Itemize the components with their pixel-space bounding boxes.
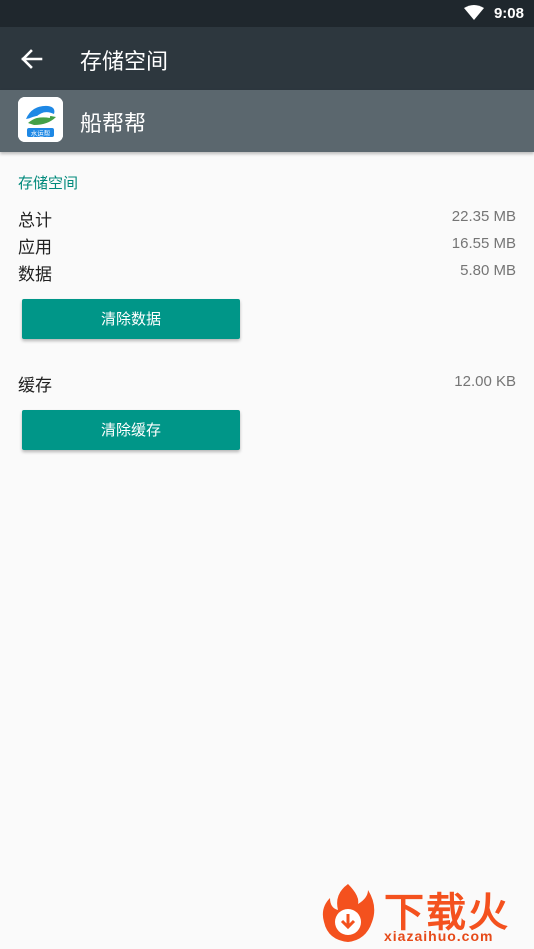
row-cache: 缓存 12.00 KB	[18, 371, 516, 396]
watermark-url: xiazaihuo.com	[384, 928, 494, 944]
status-bar: 9:08	[0, 0, 534, 27]
data-label: 数据	[18, 265, 52, 285]
app-icon: 水运帮	[18, 97, 63, 142]
flame-logo-icon	[322, 884, 375, 942]
app-header: 水运帮 船帮帮	[0, 90, 534, 152]
arrow-back-icon[interactable]	[14, 43, 48, 75]
section-title-storage: 存储空间	[18, 174, 79, 192]
row-apps: 应用 16.55 MB	[18, 233, 516, 258]
cache-label: 缓存	[18, 376, 52, 396]
apps-label: 应用	[18, 238, 52, 258]
row-total: 总计 22.35 MB	[18, 206, 516, 231]
toolbar: 存储空间	[0, 27, 534, 90]
row-data: 数据 5.80 MB	[18, 260, 516, 285]
page-title: 存储空间	[80, 50, 169, 75]
total-value: 22.35 MB	[451, 208, 516, 225]
app-name: 船帮帮	[80, 112, 147, 137]
wifi-icon	[464, 5, 484, 20]
svg-text:水运帮: 水运帮	[31, 128, 51, 137]
cache-value: 12.00 KB	[454, 373, 516, 390]
apps-value: 16.55 MB	[451, 235, 516, 252]
watermark: 下载火 xiazaihuo.com	[314, 878, 534, 949]
total-label: 总计	[18, 211, 52, 231]
clear-data-button[interactable]: 清除数据	[22, 299, 240, 339]
clock: 9:08	[493, 5, 524, 22]
data-value: 5.80 MB	[460, 262, 516, 279]
clear-cache-button[interactable]: 清除缓存	[22, 410, 240, 450]
